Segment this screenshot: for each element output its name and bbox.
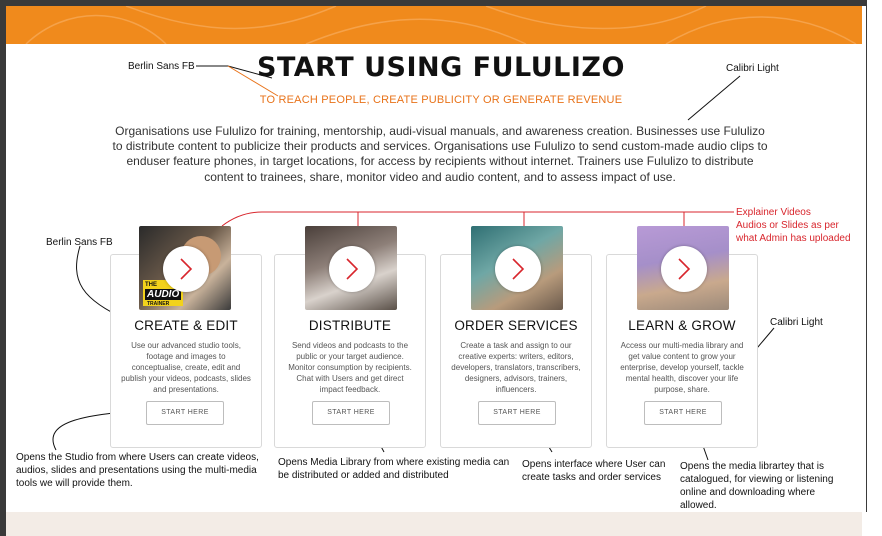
card-title-distribute: DISTRIBUTE <box>308 318 392 333</box>
thumbnail-create-edit[interactable]: THE AUDIO TRAINER <box>139 226 231 310</box>
start-here-button-create-edit[interactable]: START HERE <box>146 401 224 425</box>
thumbnail-label-audio: AUDIO <box>145 289 182 300</box>
thumbnail-learn-grow[interactable] <box>637 226 729 310</box>
play-chevron-icon <box>678 258 691 280</box>
play-chevron-icon <box>180 258 193 280</box>
annotation-create-note: Opens the Studio from where Users can cr… <box>16 452 259 489</box>
start-here-button-distribute[interactable]: START HERE <box>312 401 390 425</box>
start-here-button-order-services[interactable]: START HERE <box>478 401 556 425</box>
play-button[interactable] <box>329 246 375 292</box>
window-bottom-right <box>862 512 882 536</box>
play-button[interactable] <box>163 246 209 292</box>
card-desc-order-services: Create a task and assign to our creative… <box>451 341 581 394</box>
annotation-order-note: Opens interface where User can create ta… <box>522 459 666 483</box>
card-title-create-edit: CREATE & EDIT <box>134 318 238 333</box>
start-here-button-learn-grow[interactable]: START HERE <box>644 401 722 425</box>
annotation-learn-note: Opens the media librartey that is catalo… <box>680 461 834 511</box>
card-desc-learn-grow: Access our multi-media library and get v… <box>620 341 744 394</box>
annotation-distribute-note: Opens Media Library from where existing … <box>278 457 510 481</box>
play-button[interactable] <box>661 246 707 292</box>
card-title-learn-grow: LEARN & GROW <box>628 318 736 333</box>
card-desc-create-edit: Use our advanced studio tools, footage a… <box>121 341 251 394</box>
play-chevron-icon <box>346 258 359 280</box>
bottom-banner <box>6 512 862 536</box>
card-title-order-services: ORDER SERVICES <box>454 318 578 333</box>
play-chevron-icon <box>512 258 525 280</box>
card-desc-distribute: Send videos and podcasts to the public o… <box>288 341 412 394</box>
thumbnail-label-trainer: TRAINER <box>147 301 170 307</box>
thumbnail-label-the: THE <box>145 282 157 288</box>
play-button[interactable] <box>495 246 541 292</box>
thumbnail-order-services[interactable] <box>471 226 563 310</box>
thumbnail-distribute[interactable] <box>305 226 397 310</box>
